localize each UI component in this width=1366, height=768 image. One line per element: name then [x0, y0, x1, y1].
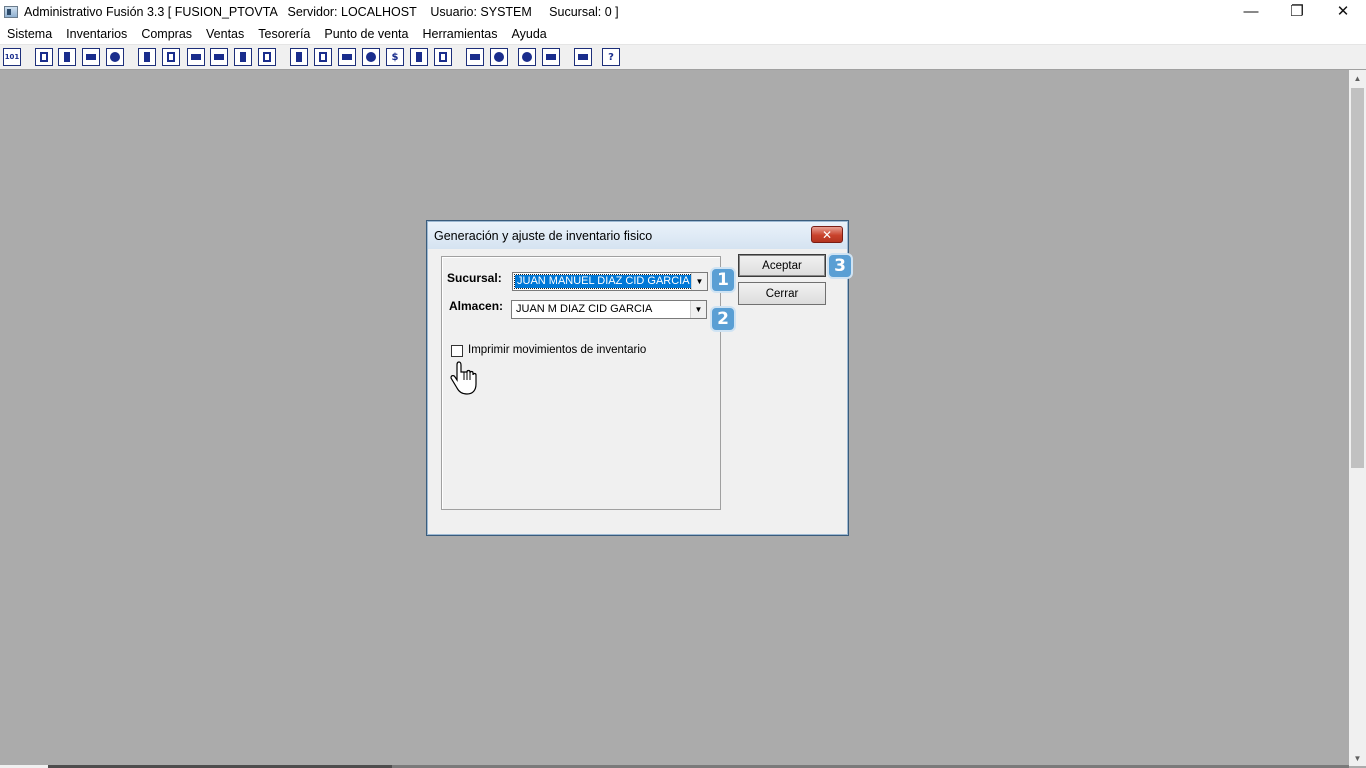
home-icon[interactable]: [466, 48, 484, 66]
transfer-icon[interactable]: [82, 48, 100, 66]
window-controls: — ❐ ✕: [1228, 0, 1366, 24]
catalog-icon-text: 101: [4, 53, 20, 61]
box-icon[interactable]: [314, 48, 332, 66]
chevron-down-icon[interactable]: ▼: [691, 273, 707, 290]
catalog-icon[interactable]: 101: [3, 48, 21, 66]
menu-ventas[interactable]: Ventas: [199, 27, 251, 41]
dialog-title-bar: Generación y ajuste de inventario fisico…: [428, 222, 847, 249]
menu-sistema[interactable]: Sistema: [0, 27, 59, 41]
help-icon-text: ?: [608, 51, 614, 63]
dialog-close-button[interactable]: ✕: [811, 226, 843, 243]
menu-herramientas[interactable]: Herramientas: [415, 27, 504, 41]
almacen-value: JUAN M DIAZ CID GARCIA: [516, 303, 653, 315]
dialog-body: Sucursal: JUAN MANUEL DIAZ CID GARCIA ▼ …: [432, 249, 843, 531]
copy-icon[interactable]: [35, 48, 53, 66]
annotation-badge-1: 1: [710, 267, 736, 293]
menu-tesoreria[interactable]: Tesorería: [251, 27, 317, 41]
sucursal-label: Sucursal:: [447, 271, 502, 285]
minimize-button[interactable]: —: [1228, 0, 1274, 22]
menu-ayuda[interactable]: Ayuda: [505, 27, 554, 41]
almacen-label: Almacen:: [449, 299, 504, 313]
export-icon[interactable]: [338, 48, 356, 66]
close-button[interactable]: Cerrar: [738, 282, 826, 305]
annotation-badge-3: 3: [827, 253, 853, 279]
close-window-button[interactable]: ✕: [1320, 0, 1366, 22]
inventory-dialog: Generación y ajuste de inventario fisico…: [426, 220, 849, 536]
menu-compras[interactable]: Compras: [134, 27, 199, 41]
table-icon[interactable]: [434, 48, 452, 66]
hand-cursor-icon: [450, 361, 477, 395]
scroll-down-icon[interactable]: ▼: [1349, 750, 1366, 766]
clipboard-icon[interactable]: [58, 48, 76, 66]
menu-bar: Sistema Inventarios Compras Ventas Tesor…: [0, 24, 1366, 45]
annotation-badge-2: 2: [710, 306, 736, 332]
back-arrow-icon[interactable]: [574, 48, 592, 66]
options-group: [441, 256, 721, 510]
chevron-down-icon[interactable]: ▼: [690, 301, 706, 318]
document-icon[interactable]: [234, 48, 252, 66]
window-title: Administrativo Fusión 3.3 [ FUSION_PTOVT…: [24, 5, 619, 19]
vertical-scrollbar[interactable]: ▲ ▼: [1349, 70, 1366, 766]
menu-inventarios[interactable]: Inventarios: [59, 27, 134, 41]
list-icon[interactable]: [258, 48, 276, 66]
money-icon[interactable]: $: [386, 48, 404, 66]
sucursal-value: JUAN MANUEL DIAZ CID GARCIA: [514, 274, 693, 289]
almacen-select[interactable]: JUAN M DIAZ CID GARCIA ▼: [511, 300, 707, 319]
scroll-up-icon[interactable]: ▲: [1349, 70, 1366, 86]
toolbar: 101 $ ?: [0, 45, 1366, 70]
refresh-icon[interactable]: [518, 48, 536, 66]
scroll-thumb[interactable]: [1351, 88, 1364, 468]
import-icon[interactable]: [187, 48, 205, 66]
help-icon[interactable]: ?: [602, 48, 620, 66]
print-icon[interactable]: [210, 48, 228, 66]
money-icon-text: $: [391, 51, 399, 63]
report-icon[interactable]: [410, 48, 428, 66]
app-icon: [4, 6, 18, 18]
accept-button[interactable]: Aceptar: [738, 254, 826, 277]
sucursal-select[interactable]: JUAN MANUEL DIAZ CID GARCIA ▼: [512, 272, 708, 291]
search-icon[interactable]: [106, 48, 124, 66]
user-icon[interactable]: [138, 48, 156, 66]
restore-button[interactable]: ❐: [1274, 0, 1320, 22]
title-bar: Administrativo Fusión 3.3 [ FUSION_PTOVT…: [0, 0, 1366, 24]
zoom-icon[interactable]: [490, 48, 508, 66]
people-icon[interactable]: [290, 48, 308, 66]
menu-punto-de-venta[interactable]: Punto de venta: [317, 27, 415, 41]
print-movements-label[interactable]: Imprimir movimientos de inventario: [468, 344, 646, 356]
folder-icon[interactable]: [162, 48, 180, 66]
add-icon[interactable]: [362, 48, 380, 66]
dialog-title: Generación y ajuste de inventario fisico: [434, 229, 653, 243]
print-movements-checkbox[interactable]: [451, 345, 463, 357]
undo-icon[interactable]: [542, 48, 560, 66]
